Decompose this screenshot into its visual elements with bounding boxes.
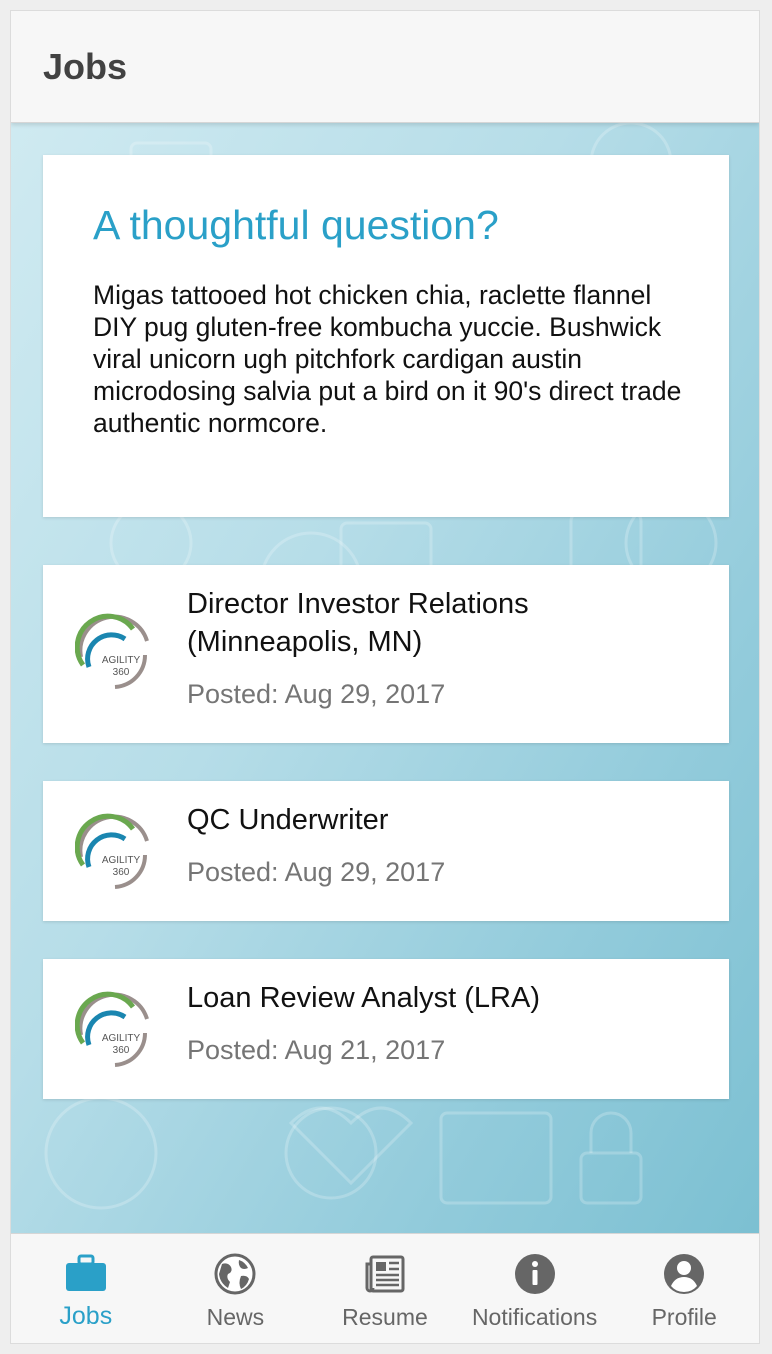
logo-text-line2: 360 [113, 867, 130, 878]
tab-notifications[interactable]: Notifications [460, 1234, 610, 1343]
user-circle-icon [664, 1254, 705, 1294]
app-frame: Jobs A thoughtful question? Migas tattoo… [10, 10, 760, 1344]
tab-label: Profile [651, 1304, 717, 1330]
job-title: QC Underwriter [187, 804, 389, 836]
briefcase-icon [65, 1254, 106, 1291]
logo-text-line1: AGILITY [102, 855, 141, 866]
bottom-tab-bar: Jobs News Resume Notifications Profile [11, 1233, 759, 1343]
app-header: Jobs [11, 11, 759, 123]
info-icon [514, 1254, 555, 1294]
content-area[interactable]: A thoughtful question? Migas tattooed ho… [11, 123, 759, 1233]
logo-text-line1: AGILITY [102, 1033, 141, 1044]
job-card-qc-underwriter[interactable]: AGILITY 360 QC Underwriter Posted: Aug 2… [43, 781, 729, 921]
job-card-director-investor-relations[interactable]: AGILITY 360 Director Investor Relations … [43, 565, 729, 743]
intro-title: A thoughtful question? [93, 202, 499, 248]
job-text: Director Investor Relations (Minneapolis… [187, 585, 709, 711]
job-posted-date: Posted: Aug 21, 2017 [187, 1035, 446, 1065]
tab-label: Notifications [471, 1304, 598, 1330]
job-posted-date: Posted: Aug 29, 2017 [187, 857, 446, 887]
tab-profile[interactable]: Profile [609, 1234, 759, 1343]
globe-icon [214, 1253, 256, 1295]
tab-label: Jobs [59, 1302, 113, 1330]
logo-text-line2: 360 [113, 667, 130, 678]
page-title: Jobs [43, 45, 128, 87]
job-title: Director Investor Relations (Minneapolis… [187, 588, 529, 658]
company-logo-icon: AGILITY 360 [75, 813, 149, 889]
tab-news[interactable]: News [161, 1234, 311, 1343]
intro-body: Migas tattooed hot chicken chia, raclett… [93, 280, 682, 438]
newspaper-icon [365, 1255, 405, 1293]
tab-jobs[interactable]: Jobs [11, 1234, 161, 1343]
job-title: Loan Review Analyst (LRA) [187, 982, 540, 1014]
intro-card: A thoughtful question? Migas tattooed ho… [43, 155, 729, 517]
tab-resume[interactable]: Resume [310, 1234, 460, 1343]
logo-text-line1: AGILITY [102, 655, 141, 666]
logo-text-line2: 360 [113, 1045, 130, 1056]
company-logo-icon: AGILITY 360 [75, 613, 149, 689]
tab-label: Resume [342, 1304, 428, 1330]
job-card-loan-review-analyst[interactable]: AGILITY 360 Loan Review Analyst (LRA) Po… [43, 959, 729, 1099]
tab-label: News [206, 1304, 265, 1330]
job-text: QC Underwriter Posted: Aug 29, 2017 [187, 801, 709, 889]
job-text: Loan Review Analyst (LRA) Posted: Aug 21… [187, 979, 709, 1067]
company-logo-icon: AGILITY 360 [75, 991, 149, 1067]
job-posted-date: Posted: Aug 29, 2017 [187, 679, 446, 709]
